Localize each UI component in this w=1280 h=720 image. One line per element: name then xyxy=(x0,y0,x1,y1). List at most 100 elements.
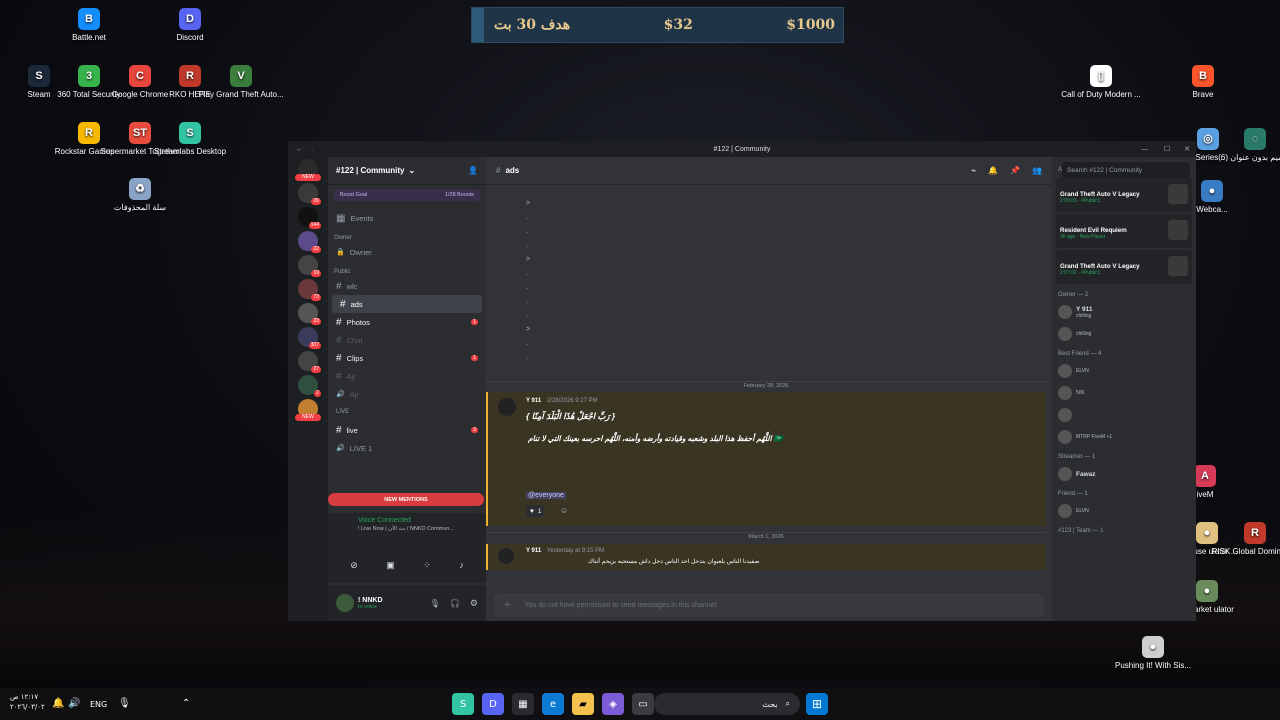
microphone-icon[interactable]: 🎙 xyxy=(118,698,131,709)
member-row[interactable]: Y 911 chilling xyxy=(1052,301,1196,323)
everyone-mention[interactable]: @everyone xyxy=(526,492,566,499)
headphones-icon[interactable]: 🎧 xyxy=(450,599,460,608)
plus-icon[interactable]: + xyxy=(504,599,510,611)
goal-current: $32 xyxy=(663,17,693,33)
channel-wlc[interactable]: # wlc xyxy=(328,277,486,295)
activity-list: Grand Theft Auto V Legacy 2:09:03 · #Publ… xyxy=(1052,178,1196,284)
message-latest[interactable]: Y 911 Yesterday at 9:15 PM صفيدنا الناس … xyxy=(486,544,1046,570)
server-icon[interactable]: 144 xyxy=(298,207,321,229)
file-explorer-taskbar-icon[interactable]: ▰ xyxy=(572,693,594,715)
desktop-shortcut[interactable]: ▯ Call of Duty Modern ... xyxy=(1056,65,1146,100)
threads-icon[interactable]: ⌁ xyxy=(971,166,976,175)
server-icon[interactable]: NEW xyxy=(295,159,321,181)
store-taskbar-icon[interactable]: ▦ xyxy=(512,693,534,715)
desktop-shortcut[interactable]: R RISK Global Domination xyxy=(1210,522,1280,557)
screen-share-icon[interactable]: ▣ xyxy=(386,560,395,571)
forward-arrow-icon[interactable]: → xyxy=(308,146,315,153)
channel-ajr[interactable]: 🔊 Ajr xyxy=(328,385,486,403)
channel-owner[interactable]: 🔒 Owner xyxy=(328,243,486,261)
server-icon[interactable]: 2 xyxy=(298,375,321,397)
server-icon[interactable]: 307 xyxy=(298,327,321,349)
close-button[interactable]: ✕ xyxy=(1184,145,1190,153)
member-row[interactable]: 506 xyxy=(1052,382,1196,404)
camera-icon[interactable]: ⊘ xyxy=(350,560,358,571)
message-author[interactable]: Y 911 xyxy=(526,398,541,404)
server-icon[interactable]: 19 xyxy=(298,255,321,277)
taskbar-search[interactable]: بحث ⌕ xyxy=(654,693,800,715)
member-row[interactable] xyxy=(1052,404,1196,426)
desktop-shortcut[interactable]: ● Pushing It! With Sis... xyxy=(1108,636,1198,671)
desktop-shortcut[interactable]: B Brave xyxy=(1158,65,1248,100)
server-icon[interactable]: 73 xyxy=(298,279,321,301)
events-item[interactable]: ▦ Events xyxy=(328,209,486,227)
back-arrow-icon[interactable]: ← xyxy=(296,146,303,153)
search-input[interactable]: Search #122 | Community xyxy=(1062,162,1190,178)
start-button[interactable]: ⊞ xyxy=(806,693,828,715)
member-list: Activity — 7 Grand Theft Auto V Legacy2:… xyxy=(1052,157,1196,621)
avatar[interactable] xyxy=(336,594,354,612)
discord-taskbar-icon[interactable]: D xyxy=(482,693,504,715)
activity-card[interactable]: Grand Theft Auto V Legacy 2:07:02 · #Publ… xyxy=(1056,250,1192,284)
member-row[interactable]: ELVN xyxy=(1052,500,1196,522)
server-icon[interactable]: 23 xyxy=(298,303,321,325)
shortcut-label: Streamlabs Desktop xyxy=(153,147,227,156)
activity-card[interactable]: Grand Theft Auto V Legacy 2:09:03 · #Publ… xyxy=(1056,178,1192,212)
add-member-icon[interactable]: 👤 xyxy=(468,166,478,175)
clock-time: ١٢:١٧ ص xyxy=(10,693,39,701)
channel-live[interactable]: # live 3 xyxy=(328,421,486,439)
desktop-shortcut[interactable]: V Play Grand Theft Auto... xyxy=(196,65,286,100)
add-reaction-icon[interactable]: ☺ xyxy=(560,506,568,515)
clock[interactable]: ١٢:١٧ ص ٢٠٢٦/٠٣/٠٢ xyxy=(10,692,45,712)
member-row[interactable]: ELVN xyxy=(1052,360,1196,382)
gear-icon[interactable]: ⚙ xyxy=(470,598,478,609)
pin-icon[interactable]: 📌 xyxy=(1010,166,1020,175)
channel-ads[interactable]: # ads xyxy=(332,295,482,313)
desktop-shortcut[interactable]: D Discord xyxy=(145,8,235,43)
streamlabs-taskbar-icon[interactable]: S xyxy=(452,693,474,715)
edge-taskbar-icon[interactable]: e xyxy=(542,693,564,715)
members-icon[interactable]: 👥 xyxy=(1032,166,1042,175)
category-live[interactable]: LIVE xyxy=(328,403,486,421)
bell-icon[interactable]: 🔔 xyxy=(988,166,998,175)
boost-goal-bar[interactable]: Boost Goal 1/28 Boosts xyxy=(334,189,480,201)
reaction-heart[interactable]: ♥ 1 xyxy=(526,505,546,517)
channel-clips[interactable]: # Clips 1 xyxy=(328,349,486,367)
desktop-shortcut[interactable]: S Streamlabs Desktop xyxy=(145,122,235,157)
member-row[interactable]: Fawaz xyxy=(1052,463,1196,485)
server-icon[interactable]: 26 xyxy=(298,183,321,205)
message-composer: + You do not have permission to send mes… xyxy=(494,593,1044,617)
category-owner[interactable]: Owner xyxy=(328,227,486,243)
microphone-icon[interactable]: 🎙 xyxy=(430,599,440,608)
language-indicator[interactable]: ENG xyxy=(90,700,107,709)
channel-chat[interactable]: # Chat xyxy=(328,331,486,349)
channel-live-1[interactable]: 🔊 LIVE 1 xyxy=(328,439,486,457)
message-author[interactable]: Y 911 xyxy=(526,548,541,554)
message-pinned[interactable]: Y 911 2/28/2026 9:27 PM { رَبِّ اجْعَلْ … xyxy=(486,392,1046,526)
task-view-taskbar-icon[interactable]: ▭ xyxy=(632,693,654,715)
notification-icon[interactable]: 🔔 xyxy=(52,698,64,709)
server-icon[interactable]: 27 xyxy=(298,351,321,373)
category-public[interactable]: Public xyxy=(328,261,486,277)
app-icon: ● xyxy=(1142,636,1164,658)
server-header[interactable]: #122 | Community ⌄ 👤 xyxy=(328,157,486,185)
activity-card[interactable]: Resident Evil Requiem 3h ago · New Player xyxy=(1056,214,1192,248)
author-avatar[interactable] xyxy=(498,398,516,416)
maximize-button[interactable]: ☐ xyxy=(1164,145,1170,153)
message-line-1: { رَبِّ اجْعَلْ هَٰذَا الْبَلَدَ آمِنًا … xyxy=(526,411,616,421)
channel-ajr[interactable]: # Ajr xyxy=(328,367,486,385)
new-mentions-pill[interactable]: NEW MENTIONS xyxy=(328,493,484,506)
minimize-button[interactable]: — xyxy=(1141,146,1148,153)
soundboard-icon[interactable]: ♪ xyxy=(459,560,464,571)
channel-photos[interactable]: # Photos 1 xyxy=(328,313,486,331)
desktop-shortcut[interactable]: ♻ سلة المحذوفات xyxy=(95,178,185,213)
chevron-up-icon[interactable]: ⌃ xyxy=(182,698,190,709)
author-avatar[interactable] xyxy=(498,548,514,564)
activities-icon[interactable]: ⁘ xyxy=(423,560,431,571)
server-icon[interactable]: 22 xyxy=(298,231,321,253)
copilot-taskbar-icon[interactable]: ◈ xyxy=(602,693,624,715)
member-row[interactable]: MTRP FiveM +1 xyxy=(1052,426,1196,448)
server-icon[interactable]: NEW xyxy=(295,399,321,421)
member-row[interactable]: chilling xyxy=(1052,323,1196,345)
desktop-shortcut[interactable]: B Battle.net xyxy=(44,8,134,43)
volume-icon[interactable]: 🔊 xyxy=(68,698,80,709)
